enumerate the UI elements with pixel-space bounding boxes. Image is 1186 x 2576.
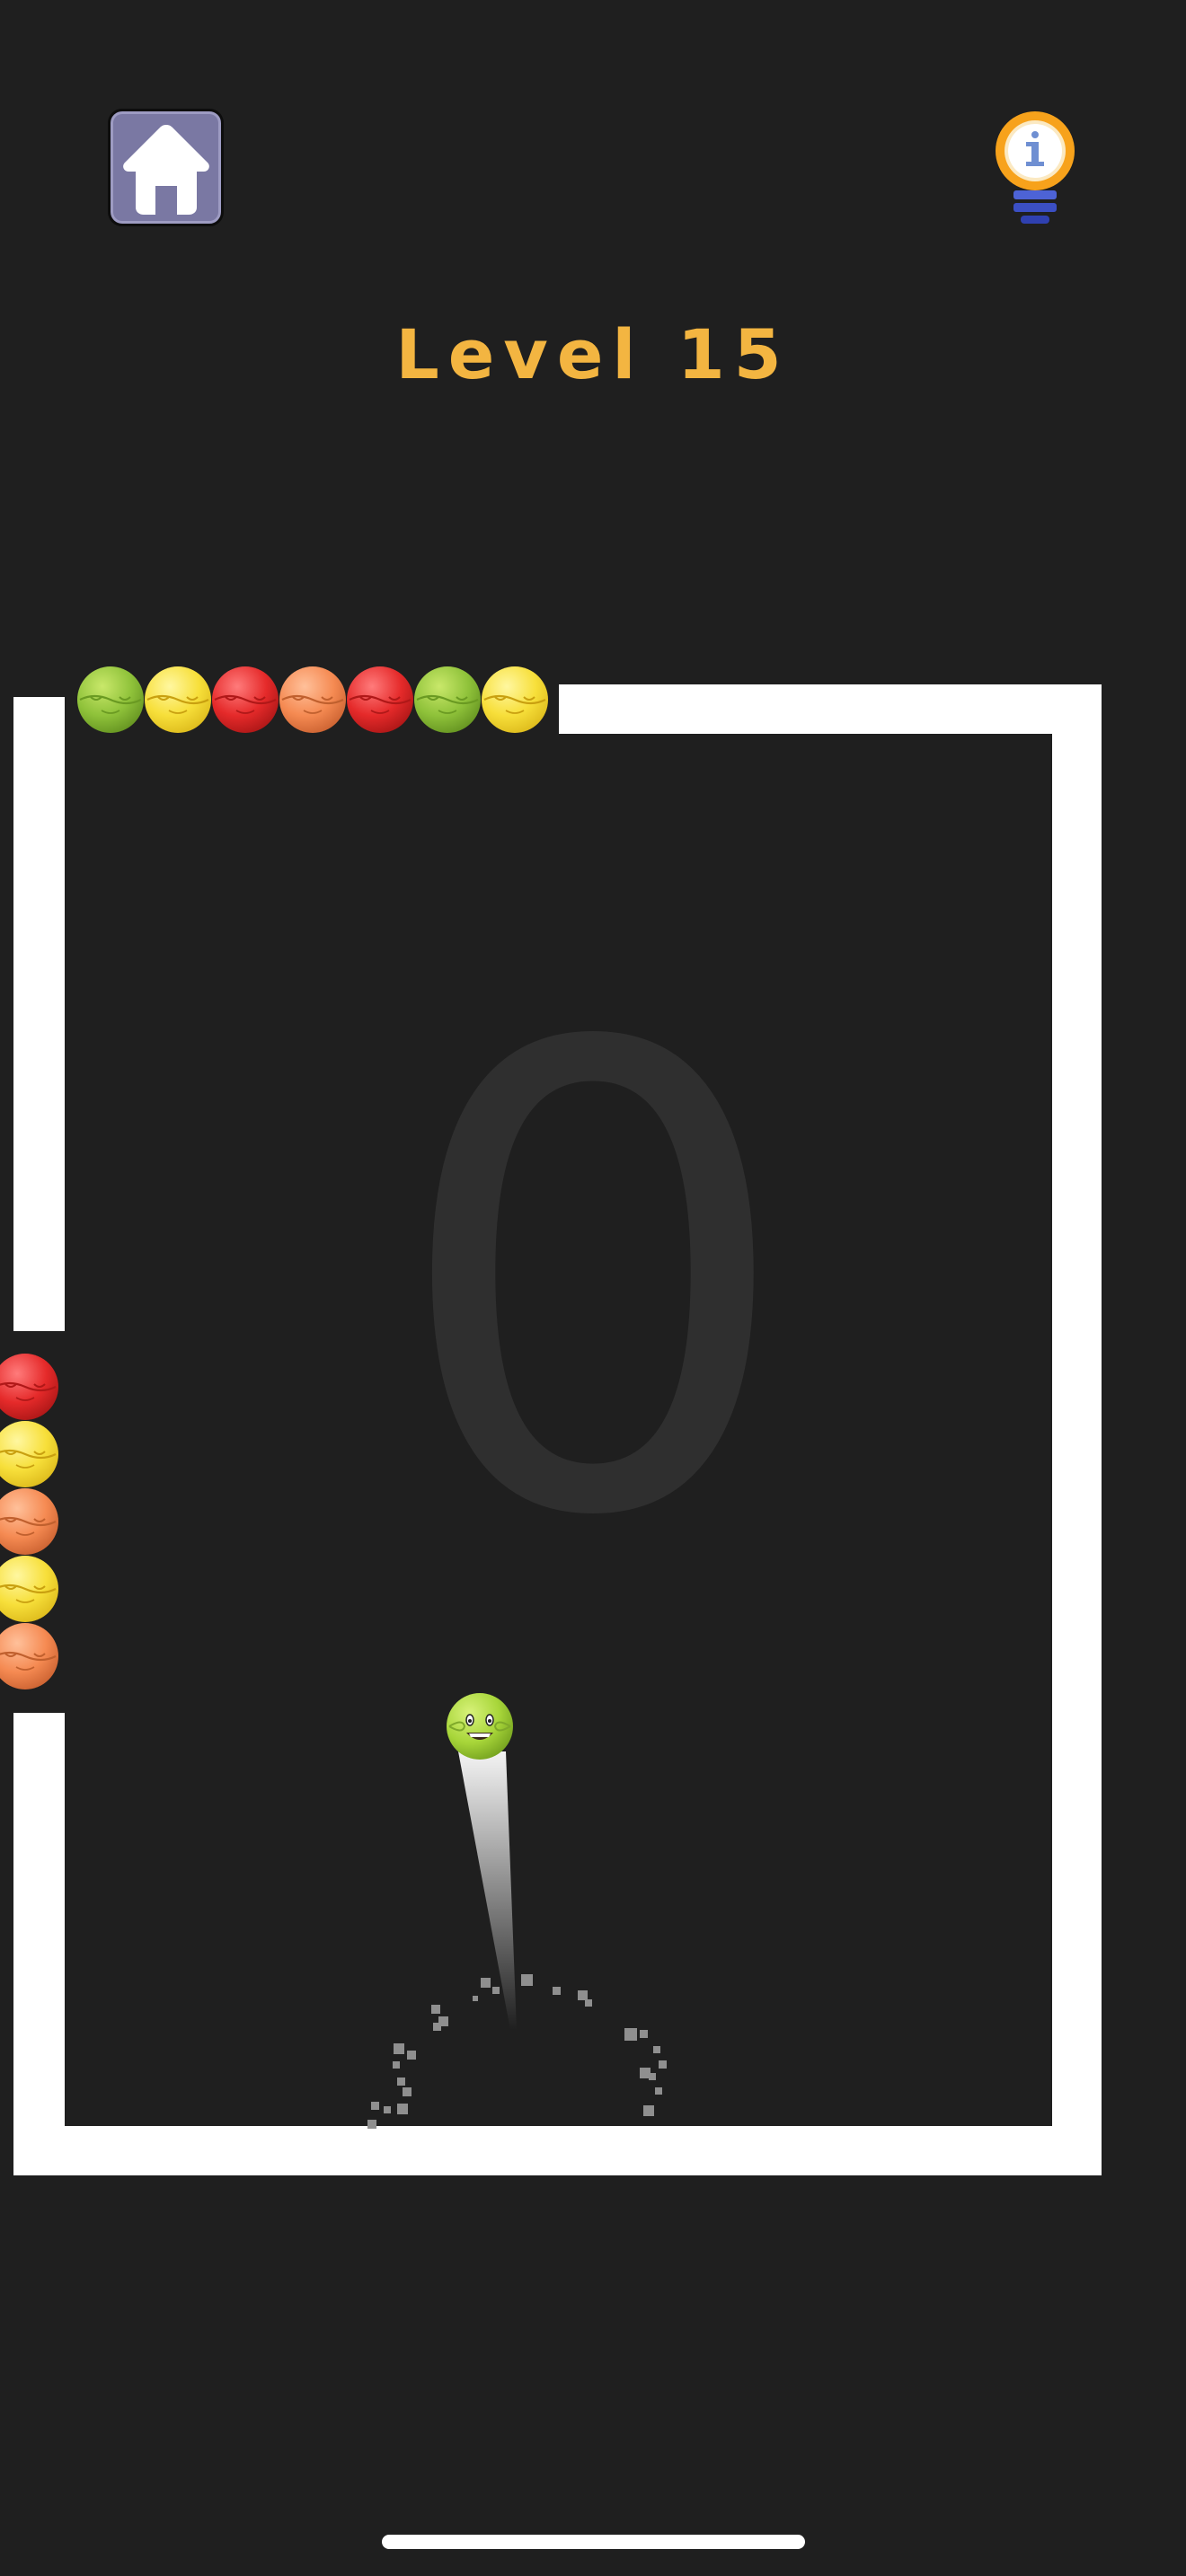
launch-area [367,1751,667,2129]
score-display: 0 [390,913,796,1655]
ball-yellow [481,666,549,734]
hint-button[interactable] [988,108,1083,229]
home-button[interactable] [108,109,224,226]
ball-yellow [0,1555,59,1623]
launch-trail [458,1751,517,2030]
ball-red [0,1353,59,1421]
ball-green [76,666,145,734]
level-title: Level 15 [395,314,791,394]
ball-green [413,666,482,734]
ball-red [346,666,414,734]
wall-left-upper [13,697,65,1331]
wall-top-right [559,684,1102,734]
ball-yellow [0,1420,59,1488]
player-ball[interactable] [445,1691,515,1761]
lightbulb-info-icon [996,111,1075,224]
ball-orange [279,666,347,734]
home-indicator [382,2535,805,2549]
ball-yellow [144,666,212,734]
house-icon [122,124,209,215]
dust-particles [367,1974,667,2129]
ball-red [211,666,279,734]
ball-orange [0,1487,59,1556]
